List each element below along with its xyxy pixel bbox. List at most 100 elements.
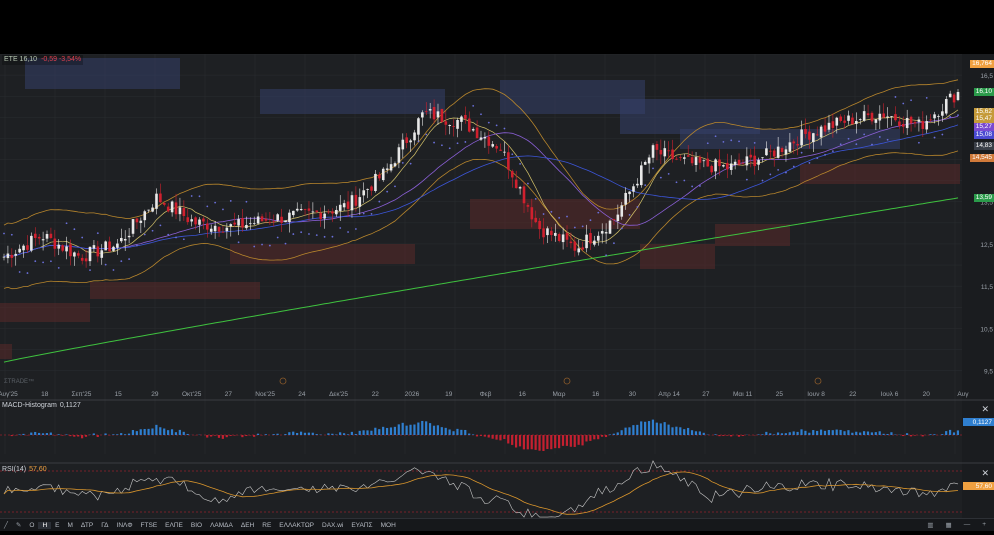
candle-body xyxy=(124,239,127,240)
macd-bar xyxy=(519,435,521,446)
rsi-signal-line xyxy=(4,472,958,514)
draw-line-icon[interactable]: ╱ xyxy=(0,521,12,529)
toolbar-item[interactable]: ΜΟΗ xyxy=(377,522,400,529)
candle-body xyxy=(796,144,799,145)
candle-body xyxy=(843,121,846,123)
macd-bar xyxy=(933,434,935,435)
sar-dot xyxy=(253,246,255,248)
candle-body xyxy=(245,225,248,228)
candle-body xyxy=(738,160,741,165)
macd-bar xyxy=(241,435,243,437)
toolbar-item[interactable]: DAX.wi xyxy=(318,522,347,529)
candle-body xyxy=(937,116,940,117)
time-axis-label: 19 xyxy=(445,391,453,398)
close-macd-icon[interactable]: ✕ xyxy=(981,404,989,415)
sar-dot xyxy=(910,99,912,101)
candle-body xyxy=(562,234,565,242)
candle-body xyxy=(362,190,365,195)
macd-bar xyxy=(58,434,60,435)
candle-body xyxy=(761,157,764,158)
candle-body xyxy=(292,211,295,215)
toolbar-item[interactable]: ΕΛΠΕ xyxy=(161,522,187,529)
candle-body xyxy=(417,118,420,134)
sar-dot xyxy=(848,138,850,140)
candle-body xyxy=(409,140,412,142)
time-axis-label: 16 xyxy=(519,391,527,398)
pencil-icon[interactable]: ✎ xyxy=(12,521,25,529)
toolbar-item[interactable]: ΒΙΟ xyxy=(187,522,206,529)
macd-bar xyxy=(886,434,888,435)
sar-dot xyxy=(285,243,287,245)
macd-bar xyxy=(820,430,822,435)
toolbar-item[interactable]: ΙΝΛΦ xyxy=(113,522,137,529)
candle-body xyxy=(488,137,491,146)
toolbar-item[interactable]: RE xyxy=(258,522,275,529)
toolbar-item[interactable]: ΕΥΑΠΣ xyxy=(347,522,376,529)
toolbar-item[interactable]: FTSE xyxy=(137,522,162,529)
macd-bar xyxy=(785,433,787,435)
candle-body xyxy=(280,217,283,223)
chart-area[interactable]: 16,513,512,511,510,59,5ΣΤRADE™Αυγ'2518Σε… xyxy=(0,54,994,530)
macd-bar xyxy=(136,431,138,435)
candle-body xyxy=(116,244,119,248)
add-icon[interactable]: + xyxy=(978,521,990,529)
macd-bar xyxy=(570,435,572,447)
toolbar-item[interactable]: ΔΤΡ xyxy=(77,522,97,529)
time-axis-label: 15 xyxy=(115,391,123,398)
close-rsi-icon[interactable]: ✕ xyxy=(981,468,989,479)
toolbar-item[interactable]: ΓΔ xyxy=(97,522,112,529)
candle-body xyxy=(206,224,209,230)
price-tick-label: 11,5 xyxy=(981,284,994,291)
zone-box xyxy=(90,282,260,299)
macd-bar xyxy=(542,435,544,451)
sar-dot xyxy=(222,209,224,211)
candle-body xyxy=(597,236,600,241)
sar-dot xyxy=(449,147,451,149)
macd-bar xyxy=(273,434,275,435)
toolbar-item[interactable]: ΕΛΛΑΚΤΩΡ xyxy=(275,522,318,529)
candle-body xyxy=(284,220,287,222)
sar-dot xyxy=(191,195,193,197)
candle-body xyxy=(495,146,498,149)
toolbar-item[interactable]: ΛΑΜΔΑ xyxy=(206,522,237,529)
chart-canvas[interactable]: 16,513,512,511,510,59,5ΣΤRADE™Αυγ'2518Σε… xyxy=(0,54,994,530)
candle-body xyxy=(546,228,549,235)
zone-box xyxy=(640,244,715,269)
toolbar-item[interactable]: Ε xyxy=(51,522,63,529)
toolbar-item[interactable]: ΔΕΗ xyxy=(237,522,258,529)
candle-body xyxy=(769,151,772,152)
sar-dot xyxy=(34,260,36,262)
sar-dot xyxy=(504,128,506,130)
macd-bar xyxy=(69,435,71,436)
toolbar-item[interactable]: Η xyxy=(38,522,51,529)
sar-dot xyxy=(683,180,685,182)
toolbar-item[interactable]: Ο xyxy=(25,522,38,529)
macd-bar xyxy=(922,435,924,436)
bar-chart-icon[interactable]: ▥ xyxy=(923,521,937,529)
candle-body xyxy=(85,258,88,261)
candle-body xyxy=(167,207,170,212)
candle-body xyxy=(620,205,623,216)
time-axis-label: Αυγ'25 xyxy=(0,391,18,398)
toolbar-item[interactable]: Μ xyxy=(63,522,76,529)
candle-body xyxy=(288,213,291,222)
macd-bar xyxy=(120,433,122,435)
macd-bar xyxy=(183,432,185,435)
top-black-bar xyxy=(0,0,994,54)
macd-bar xyxy=(476,435,478,436)
minimize-icon[interactable]: — xyxy=(960,521,975,529)
macd-bar xyxy=(546,435,548,449)
macd-bar xyxy=(34,432,36,435)
candle-body xyxy=(949,94,952,98)
sar-dot xyxy=(558,217,560,219)
candle-body xyxy=(851,118,854,125)
candle-body xyxy=(781,148,784,152)
candle-body xyxy=(366,189,369,190)
candle-body xyxy=(577,248,580,252)
layout-icon[interactable]: ▦ xyxy=(942,521,956,529)
candle-body xyxy=(847,116,850,121)
candle-body xyxy=(358,197,361,207)
candle-body xyxy=(382,169,385,180)
sar-dot xyxy=(738,140,740,142)
sar-dot xyxy=(347,231,349,233)
